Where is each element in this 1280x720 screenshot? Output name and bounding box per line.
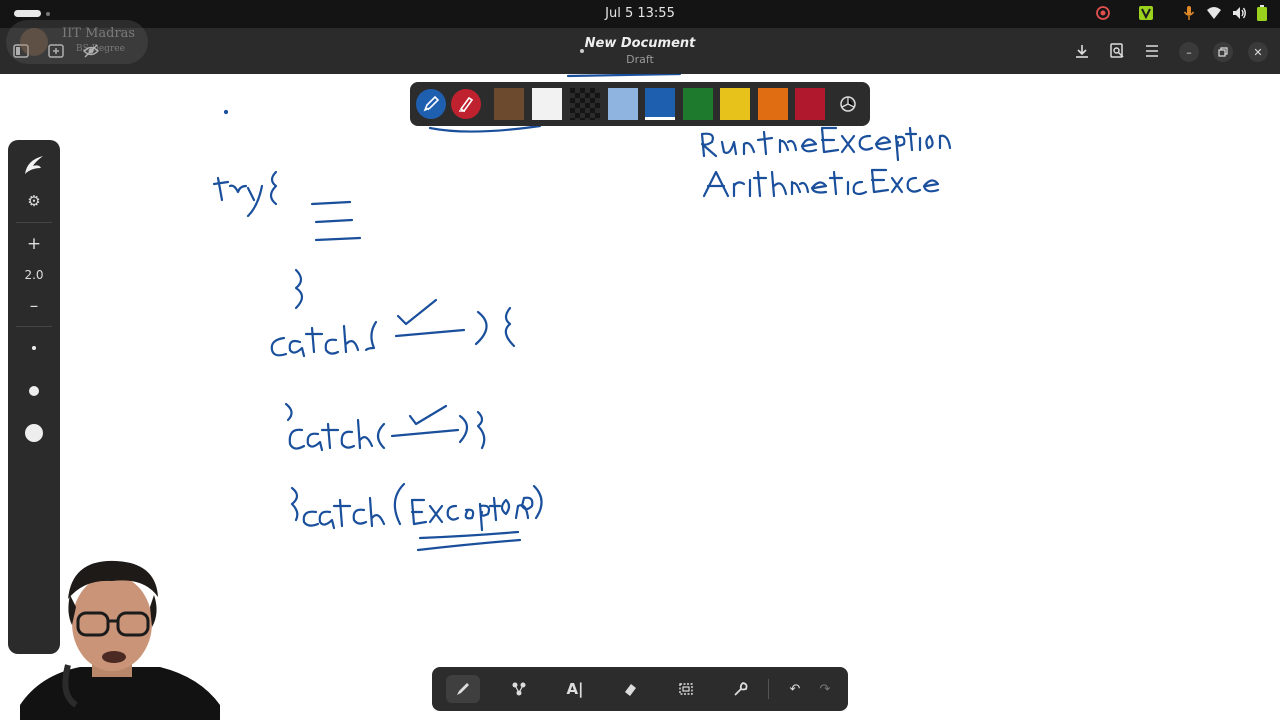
volume-icon[interactable]: [1231, 5, 1247, 25]
redo-icon[interactable]: ↷: [808, 675, 842, 703]
ink-runtime-exception: [700, 126, 952, 162]
presenter-webcam-overlay: [20, 560, 220, 720]
ink-stroke-partial-top: [428, 124, 542, 133]
shapes-icon[interactable]: [502, 675, 536, 703]
ink-dot: [223, 109, 229, 115]
ink-stroke-partial-top-2: [566, 74, 682, 78]
system-clock[interactable]: Jul 5 13:55: [0, 6, 1280, 21]
tools-wrench-icon[interactable]: [724, 675, 758, 703]
color-swatch[interactable]: [683, 88, 713, 120]
watermark-logo-icon: [20, 28, 48, 56]
app-indicator-icon[interactable]: [1138, 5, 1154, 25]
tools-toolbar: A| ↶ ↷: [432, 667, 848, 711]
color-swatch[interactable]: [795, 88, 825, 120]
zoom-in-button[interactable]: +: [8, 234, 60, 254]
zoom-fit-icon[interactable]: [1104, 38, 1130, 64]
ink-try-block: [212, 170, 362, 310]
main-menu-icon[interactable]: [1139, 38, 1165, 64]
app-header-bar: New Document Draft – ✕: [0, 28, 1280, 74]
battery-icon[interactable]: [1256, 5, 1268, 25]
sidebar-divider: [16, 222, 52, 223]
pen-width-value: 2.0: [24, 268, 44, 282]
large-size-icon[interactable]: [25, 424, 43, 442]
medium-size-icon[interactable]: [29, 386, 39, 396]
color-swatch[interactable]: [494, 88, 524, 120]
undo-icon[interactable]: ↶: [778, 675, 812, 703]
watermark-line-1: IIT Madras: [62, 26, 136, 41]
color-swatch[interactable]: [532, 88, 562, 120]
color-picker-icon[interactable]: [833, 89, 863, 119]
minimize-window-icon[interactable]: –: [1179, 42, 1199, 62]
ink-catch-1: [270, 298, 516, 358]
screen-record-icon[interactable]: [1095, 5, 1111, 25]
ink-catch-2: [284, 402, 486, 452]
selection-icon[interactable]: [669, 675, 703, 703]
pen-icon[interactable]: [446, 675, 480, 703]
text-tool-icon[interactable]: A|: [558, 675, 592, 703]
toolbar-divider: [768, 679, 769, 699]
color-swatch[interactable]: [608, 88, 638, 120]
small-size-icon[interactable]: [32, 346, 36, 350]
color-swatch[interactable]: [758, 88, 788, 120]
color-swatch[interactable]: [645, 88, 675, 120]
zoom-out-button[interactable]: –: [8, 296, 60, 316]
color-palette-toolbar: [410, 82, 870, 126]
system-top-bar: Jul 5 13:55: [0, 0, 1280, 28]
maximize-window-icon[interactable]: [1213, 42, 1233, 62]
color-swatch[interactable]: [570, 88, 600, 120]
pen-style-icon[interactable]: [8, 152, 60, 182]
system-tray: [1095, 5, 1268, 25]
sidebar-divider: [16, 326, 52, 327]
pen-settings-gear-icon[interactable]: ⚙: [8, 192, 60, 210]
close-window-icon[interactable]: ✕: [1248, 42, 1268, 62]
download-icon[interactable]: [1069, 38, 1095, 64]
watermark-line-2: BS Degree: [76, 44, 125, 54]
ink-catch-exception: [290, 482, 543, 552]
institution-watermark: IIT Madras BS Degree: [6, 20, 148, 64]
ink-arithmetic-exception: [702, 168, 940, 198]
highlighter-tool-icon[interactable]: [451, 89, 481, 119]
color-swatch[interactable]: [720, 88, 750, 120]
pen-tool-icon[interactable]: [416, 89, 446, 119]
microphone-icon[interactable]: [1181, 5, 1197, 25]
wifi-icon[interactable]: [1206, 5, 1222, 25]
eraser-icon[interactable]: [613, 675, 647, 703]
